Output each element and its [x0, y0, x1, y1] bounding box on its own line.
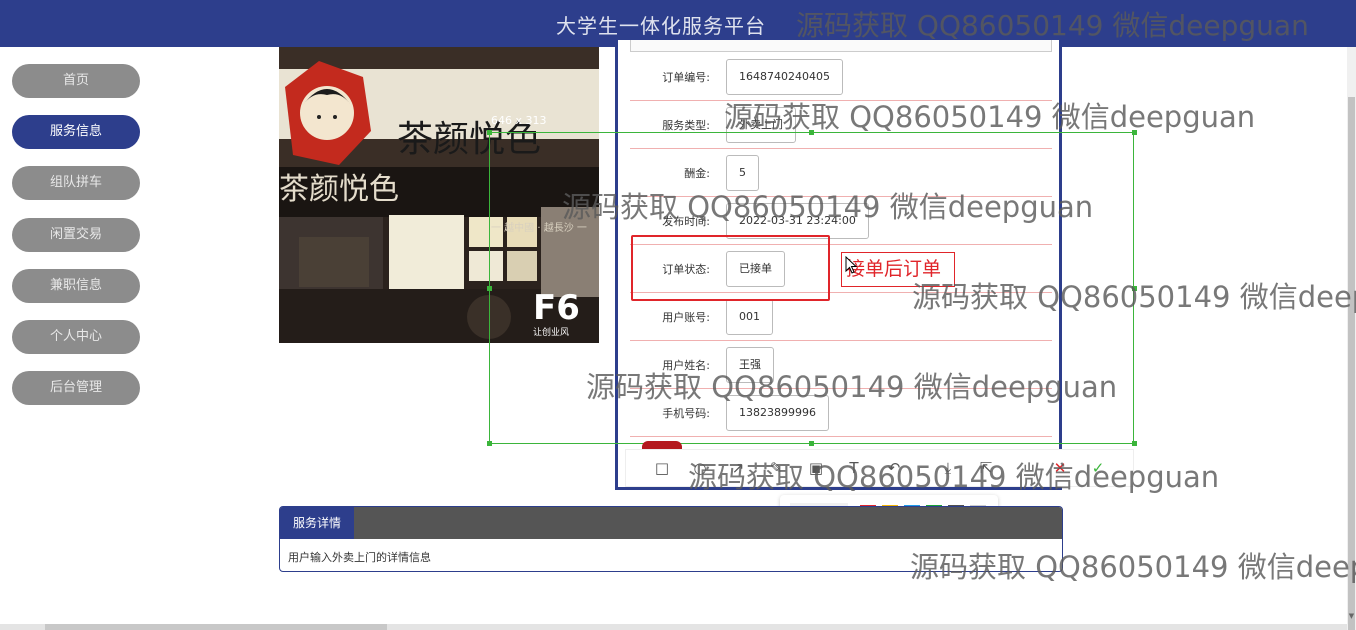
site-title: 大学生一体化服务平台 [556, 14, 766, 38]
selection-handle-ne[interactable] [1132, 130, 1137, 135]
tab-service-detail[interactable]: 服务详情 [280, 507, 354, 539]
screenshot-toolbar: □ ○ ↗ ✎ ▣ T ↶ ⤓ ⇱ ✕ ✓ [625, 449, 1134, 487]
service-detail-text: 用户输入外卖上门的详情信息 [288, 551, 431, 564]
selection-size-label: 646 x 313 [491, 114, 547, 127]
selection-handle-sw[interactable] [487, 441, 492, 446]
horizontal-scroll-thumb[interactable] [45, 624, 387, 630]
detail-header: 服务详情 [280, 507, 1062, 539]
pen-tool-icon[interactable]: ✎ [766, 458, 786, 478]
rectangle-tool-icon[interactable]: □ [652, 458, 672, 478]
undo-icon[interactable]: ↶ [884, 458, 904, 478]
sidebar-item-home[interactable]: 首页 [12, 64, 140, 98]
sidebar-item-parttime[interactable]: 兼职信息 [12, 269, 140, 303]
vertical-scrollbar[interactable]: ▼ [1347, 47, 1356, 630]
text-tool-icon[interactable]: T [844, 458, 864, 478]
arrow-tool-icon[interactable]: ↗ [728, 458, 748, 478]
selection-handle-se[interactable] [1132, 441, 1137, 446]
order-no-field[interactable]: 1648740240405 [726, 59, 843, 95]
selection-handle-n[interactable] [809, 130, 814, 135]
sidebar-item-secondhand[interactable]: 闲置交易 [12, 218, 140, 252]
order-no-label: 订单编号: [662, 71, 710, 84]
horizontal-scrollbar[interactable] [0, 624, 1347, 630]
sidebar-item-admin[interactable]: 后台管理 [12, 371, 140, 405]
service-detail-card: 服务详情 用户输入外卖上门的详情信息 [279, 506, 1063, 572]
selection-handle-nw[interactable] [487, 130, 492, 135]
form-row-order-no: 订单编号: 1648740240405 [630, 53, 1052, 101]
selection-handle-s[interactable] [809, 441, 814, 446]
confirm-icon[interactable]: ✓ [1088, 458, 1108, 478]
service-type-label: 服务类型: [662, 119, 710, 132]
vertical-scroll-thumb[interactable] [1348, 97, 1355, 630]
sidebar-item-service-info[interactable]: 服务信息 [12, 115, 140, 149]
annotation-rectangle[interactable] [631, 235, 830, 301]
mouse-cursor-icon [845, 256, 857, 274]
mosaic-tool-icon[interactable]: ▣ [806, 458, 826, 478]
selection-handle-w[interactable] [487, 286, 492, 291]
pin-icon[interactable]: ⇱ [976, 458, 996, 478]
scroll-down-arrow-icon[interactable]: ▼ [1347, 611, 1356, 621]
sign-text-secondary: 茶颜悦色 [279, 172, 399, 207]
ellipse-tool-icon[interactable]: ○ [690, 458, 710, 478]
panel-top-strip [630, 40, 1052, 52]
sidebar-item-profile[interactable]: 个人中心 [12, 320, 140, 354]
selection-handle-e[interactable] [1132, 286, 1137, 291]
cancel-icon[interactable]: ✕ [1050, 458, 1070, 478]
annotation-text[interactable]: 接单后订单 [841, 252, 955, 287]
save-icon[interactable]: ⤓ [938, 458, 958, 478]
sidebar-item-carpool[interactable]: 组队拼车 [12, 166, 140, 200]
